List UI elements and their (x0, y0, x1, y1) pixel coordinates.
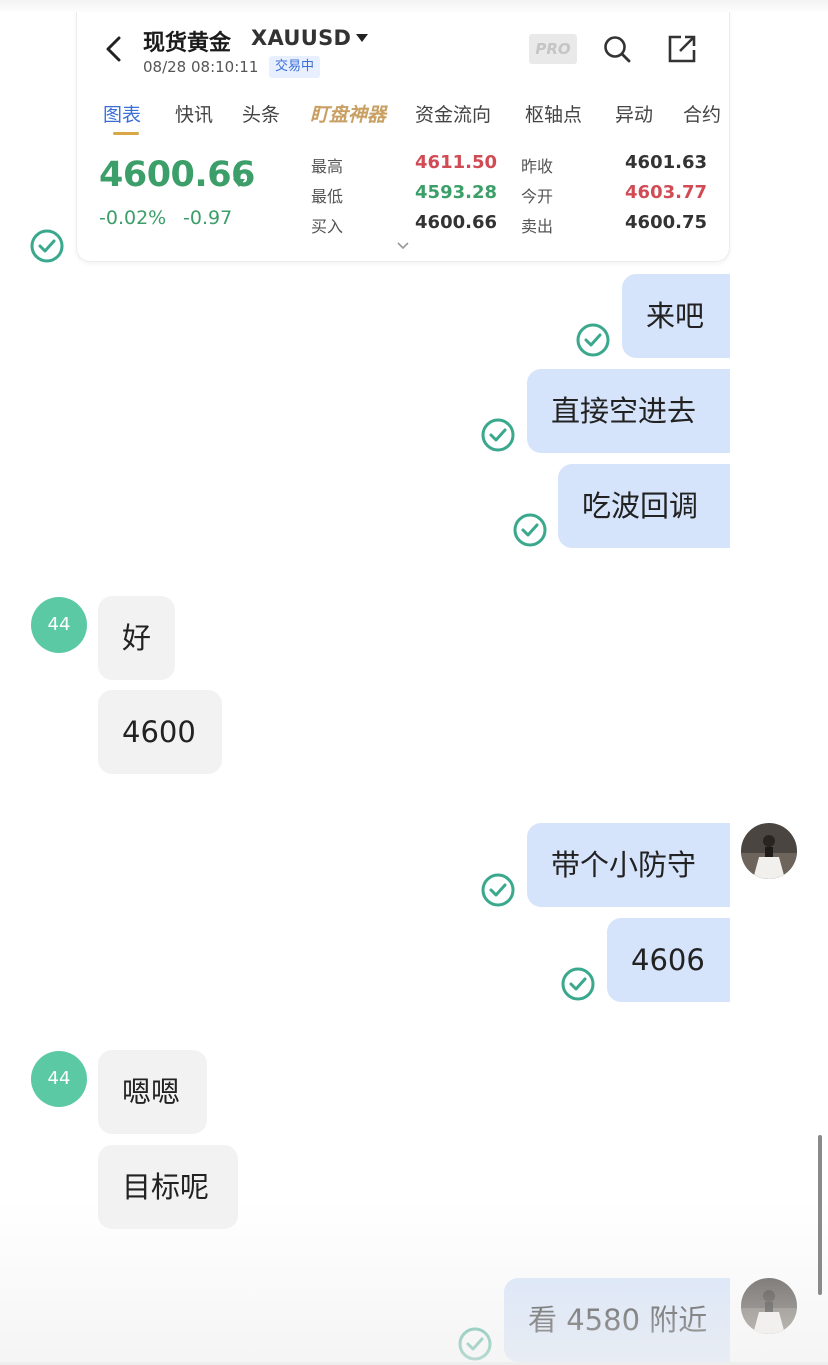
read-check-icon (30, 229, 64, 263)
down-arrow-icon (233, 170, 245, 187)
instrument-symbol[interactable]: XAUUSD (251, 26, 351, 50)
change-percent: -0.02% (99, 207, 167, 229)
tab-fund-flow[interactable]: 资金流向 (415, 100, 491, 127)
tab-chart[interactable]: 图表 (103, 100, 141, 127)
read-check-icon (513, 513, 547, 547)
high-value: 4611.50 (415, 152, 497, 173)
read-check-icon (576, 323, 610, 357)
read-check-icon (458, 1327, 492, 1361)
user-avatar[interactable] (741, 1278, 797, 1334)
share-icon[interactable] (667, 34, 697, 64)
quote-datetime: 08/28 08:10:11 (143, 58, 259, 76)
change-amount: -0.97 (183, 207, 233, 229)
tab-movements[interactable]: 异动 (615, 100, 653, 127)
back-arrow-icon[interactable] (101, 34, 127, 64)
instrument-title: 现货黄金 (143, 31, 232, 56)
message-bubble-outgoing[interactable]: 吃波回调 (558, 464, 730, 548)
contact-avatar[interactable]: 44 (31, 597, 87, 653)
low-label: 最低 (311, 187, 344, 206)
contact-avatar[interactable]: 44 (31, 1051, 87, 1107)
bid-value: 4600.66 (415, 212, 497, 233)
message-bubble-outgoing[interactable]: 来吧 (622, 274, 730, 358)
chevron-down-icon[interactable] (395, 240, 411, 252)
message-bubble-incoming[interactable]: 目标呢 (98, 1145, 238, 1229)
tab-flash-news[interactable]: 快讯 (175, 100, 213, 127)
message-bubble-outgoing[interactable]: 看 4580 附近 (504, 1278, 730, 1362)
tab-watch-tool[interactable]: 盯盘神器 (310, 100, 386, 127)
trading-status-badge: 交易中 (269, 56, 321, 78)
message-bubble-outgoing[interactable]: 4606 (607, 918, 730, 1002)
open-label: 今开 (521, 187, 554, 206)
ask-value: 4600.75 (625, 212, 707, 233)
caret-down-icon[interactable] (355, 33, 369, 43)
message-bubble-outgoing[interactable]: 带个小防守 (527, 823, 730, 907)
read-check-icon (561, 967, 595, 1001)
low-value: 4593.28 (415, 182, 497, 203)
ask-label: 卖出 (521, 217, 554, 236)
pro-button[interactable]: PRO (529, 34, 577, 64)
message-bubble-incoming[interactable]: 4600 (98, 690, 222, 774)
chat-scrollbar[interactable] (818, 1135, 822, 1295)
tab-contracts[interactable]: 合约 (683, 100, 721, 127)
message-bubble-outgoing[interactable]: 直接空进去 (527, 369, 730, 453)
message-bubble-incoming[interactable]: 好 (98, 596, 175, 680)
bid-label: 买入 (311, 217, 344, 236)
high-label: 最高 (311, 157, 344, 176)
tab-pivot-points[interactable]: 枢轴点 (525, 100, 582, 127)
search-icon[interactable] (602, 34, 632, 64)
prev-close-label: 昨收 (521, 157, 554, 176)
gold-quote-card[interactable]: 现货黄金 XAUUSD 08/28 08:10:11 交易中 PRO 图表 快讯… (76, 12, 730, 262)
user-avatar[interactable] (741, 823, 797, 879)
message-bubble-incoming[interactable]: 嗯嗯 (98, 1050, 207, 1134)
prev-close-value: 4601.63 (625, 152, 707, 173)
tab-headlines[interactable]: 头条 (242, 100, 280, 127)
read-check-icon (481, 418, 515, 452)
open-value: 4603.77 (625, 182, 707, 203)
read-check-icon (481, 873, 515, 907)
active-tab-indicator (113, 132, 139, 135)
